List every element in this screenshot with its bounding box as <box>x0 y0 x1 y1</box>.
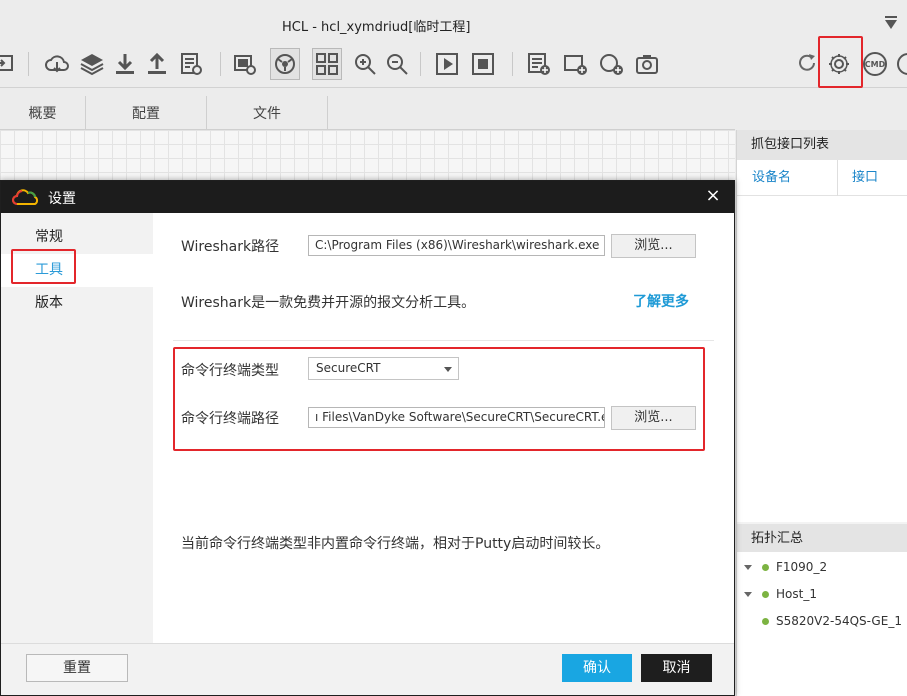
layers-icon[interactable] <box>77 48 107 80</box>
tab-files[interactable]: 文件 <box>207 96 328 130</box>
zoom-out-icon[interactable] <box>382 48 412 80</box>
import-icon[interactable] <box>0 48 20 80</box>
topology-tree: F1090_2 Host_1 S5820V2-54QS-GE_1 <box>737 552 907 696</box>
stop-icon[interactable] <box>468 48 498 80</box>
tree-item-label: Host_1 <box>776 587 817 601</box>
cmd-icon[interactable]: CMD <box>860 48 890 80</box>
settings-dialog: 设置 × 常规 工具 版本 Wireshark路径 C:\Program Fil… <box>0 180 735 696</box>
tree-item-s5820[interactable]: S5820V2-54QS-GE_1 <box>762 609 902 633</box>
wireshark-description: Wireshark是一款免费并开源的报文分析工具。 <box>181 295 476 311</box>
toolbar-separator <box>512 52 513 76</box>
cancel-button[interactable]: 取消 <box>641 654 712 682</box>
device-status-icon <box>762 617 769 625</box>
tree-item-f1090[interactable]: F1090_2 <box>744 555 827 579</box>
terminal-settings-highlight <box>173 347 705 451</box>
dialog-title: 设置 <box>48 191 76 207</box>
upload-icon[interactable] <box>142 48 172 80</box>
column-divider <box>837 160 838 196</box>
help-icon[interactable] <box>893 48 907 80</box>
capture-list-header: 设备名 接口 <box>737 160 907 196</box>
add-rect-icon[interactable] <box>560 48 590 80</box>
device-status-icon <box>762 590 769 598</box>
learn-more-link[interactable]: 了解更多 <box>633 291 689 311</box>
tools-settings-panel: Wireshark路径 C:\Program Files (x86)\Wires… <box>153 213 734 643</box>
toolbar-separator <box>220 52 221 76</box>
download-icon[interactable] <box>110 48 140 80</box>
tab-bar: 概要 配置 文件 <box>0 96 735 130</box>
col-interface[interactable]: 接口 <box>852 160 878 196</box>
add-circle-icon[interactable] <box>596 48 626 80</box>
tree-item-label: F1090_2 <box>776 560 828 574</box>
browse-wireshark-button[interactable]: 浏览... <box>611 234 696 258</box>
tree-item-label: S5820V2-54QS-GE_1 <box>776 614 902 628</box>
report-icon[interactable] <box>176 48 206 80</box>
play-icon[interactable] <box>432 48 462 80</box>
tree-item-host1[interactable]: Host_1 <box>744 582 817 606</box>
tab-config[interactable]: 配置 <box>86 96 207 130</box>
capture-list-body <box>737 196 907 522</box>
screenshot-icon[interactable] <box>230 48 260 80</box>
col-device-name[interactable]: 设备名 <box>752 160 791 196</box>
main-toolbar: CMD <box>0 36 907 88</box>
toolbar-separator <box>28 52 29 76</box>
device-status-icon <box>762 563 769 571</box>
wireshark-path-field[interactable]: C:\Program Files (x86)\Wireshark\wiresha… <box>308 235 605 256</box>
reset-button[interactable]: 重置 <box>26 654 128 682</box>
confirm-button[interactable]: 确认 <box>562 654 632 682</box>
settings-highlight <box>818 36 863 88</box>
terminal-note: 当前命令行终端类型非内置命令行终端，相对于Putty启动时间较长。 <box>181 536 610 552</box>
expand-arrow-icon[interactable] <box>744 564 752 570</box>
cmd-label: CMD <box>865 60 886 69</box>
camera-icon[interactable] <box>632 48 662 80</box>
dialog-title-bar[interactable]: 设置 × <box>1 181 734 213</box>
wireshark-path-label: Wireshark路径 <box>181 239 280 255</box>
cloud-download-icon[interactable] <box>42 48 72 80</box>
tools-highlight <box>11 249 76 284</box>
close-icon[interactable]: × <box>704 187 722 205</box>
section-divider <box>173 340 714 341</box>
window-title: HCL - hcl_xymdriud[临时工程] <box>282 20 471 35</box>
right-panel: 抓包接口列表 设备名 接口 拓扑汇总 F1090_2 Host_1 S5820V… <box>736 130 907 696</box>
dialog-footer: 重置 确认 取消 <box>1 643 734 695</box>
zoom-in-icon[interactable] <box>350 48 380 80</box>
settings-nav: 常规 工具 版本 <box>1 213 153 643</box>
menu-arrow-icon[interactable] <box>885 16 897 30</box>
capture-icon[interactable] <box>270 48 300 80</box>
nav-item-version[interactable]: 版本 <box>1 287 153 320</box>
add-text-icon[interactable] <box>524 48 554 80</box>
topology-summary-title: 拓扑汇总 <box>737 524 907 554</box>
cloud-logo-icon <box>12 189 39 205</box>
expand-arrow-icon[interactable] <box>744 591 752 597</box>
title-bar: HCL - hcl_xymdriud[临时工程] <box>0 0 907 40</box>
tab-overview[interactable]: 概要 <box>0 96 86 130</box>
toolbar-separator <box>420 52 421 76</box>
grid-icon[interactable] <box>312 48 342 80</box>
capture-list-title: 抓包接口列表 <box>737 130 907 160</box>
